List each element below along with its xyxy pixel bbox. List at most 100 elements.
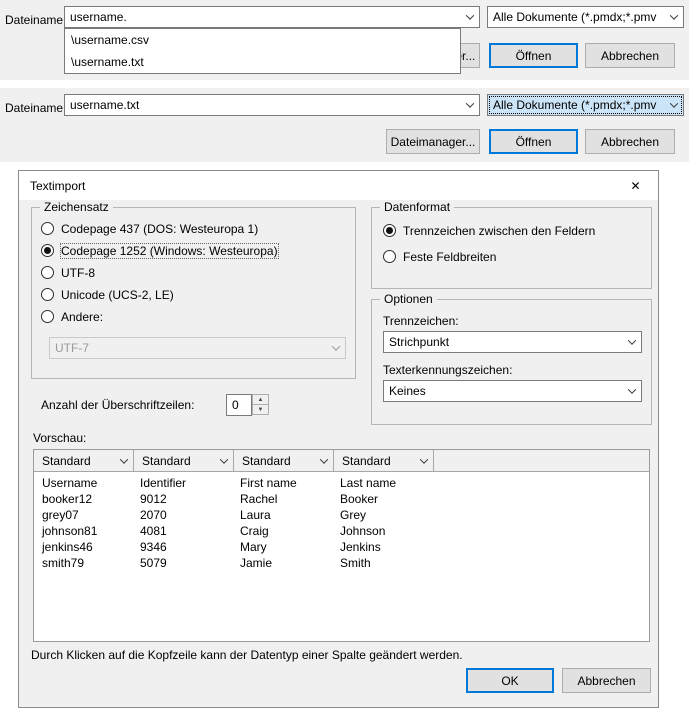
radio-icon <box>41 310 54 323</box>
open-button[interactable]: Öffnen <box>489 43 578 68</box>
column-header[interactable]: Standard <box>134 450 234 472</box>
table-row: smith79 5079 Jamie Smith <box>34 555 649 571</box>
table-cell: First name <box>234 475 334 491</box>
open-button[interactable]: Öffnen <box>489 129 578 154</box>
spin-down-icon[interactable]: ▼ <box>252 404 269 415</box>
textimport-dialog: Textimport ✕ Zeichensatz Codepage 437 (D… <box>18 170 659 708</box>
table-row: booker12 9012 Rachel Booker <box>34 491 649 507</box>
filetype-combobox[interactable]: Alle Dokumente (*.pmdx;*.pmv <box>487 94 684 116</box>
filemanager-button[interactable]: Dateimanager... <box>386 129 480 154</box>
qualifier-label: Texterkennungszeichen: <box>383 363 512 377</box>
radio-icon <box>41 222 54 235</box>
column-header[interactable]: Standard <box>334 450 434 472</box>
table-cell: Grey <box>334 507 649 523</box>
column-header[interactable]: Standard <box>234 450 334 472</box>
chevron-down-icon <box>623 381 641 401</box>
preview-table: Standard Standard Standard Standard User… <box>33 449 650 642</box>
chevron-down-icon[interactable] <box>461 95 479 115</box>
cancel-button[interactable]: Abbrechen <box>585 129 675 154</box>
table-row: jenkins46 9346 Mary Jenkins <box>34 539 649 555</box>
other-charset-combobox: UTF-7 <box>49 337 346 359</box>
table-cell: Username <box>34 475 134 491</box>
separator-value: Strichpunkt <box>384 335 623 349</box>
header-lines-label: Anzahl der Überschriftzeilen: <box>41 398 194 412</box>
header-lines-input[interactable]: 0 <box>226 394 252 416</box>
dialog-title: Textimport <box>19 179 85 193</box>
separator-combobox[interactable]: Strichpunkt <box>383 331 642 353</box>
radio-icon <box>41 288 54 301</box>
dataformat-group-label: Datenformat <box>380 200 454 215</box>
column-header-label: Standard <box>134 454 215 468</box>
filetype-combobox[interactable]: Alle Dokumente (*.pmdx;*.pmv <box>487 6 684 28</box>
table-cell: 9012 <box>134 491 234 507</box>
chevron-down-icon <box>623 332 641 352</box>
header-lines-spinner: ▲ ▼ <box>252 394 269 415</box>
table-cell: johnson81 <box>34 523 134 539</box>
close-icon[interactable]: ✕ <box>613 171 658 200</box>
preview-label: Vorschau: <box>33 431 86 445</box>
filename-combobox[interactable]: username.txt <box>64 94 480 116</box>
radio-icon <box>41 266 54 279</box>
chevron-down-icon <box>315 450 333 471</box>
table-cell: Jenkins <box>334 539 649 555</box>
charset-group-label: Zeichensatz <box>40 200 113 215</box>
filetype-value: Alle Dokumente (*.pmdx;*.pmv <box>488 98 665 112</box>
table-cell: jenkins46 <box>34 539 134 555</box>
column-header[interactable]: Standard <box>34 450 134 472</box>
chevron-down-icon <box>415 450 433 471</box>
radio-utf8[interactable]: UTF-8 <box>41 265 95 280</box>
column-header-label: Standard <box>334 454 415 468</box>
table-cell: 5079 <box>134 555 234 571</box>
radio-label: Trennzeichen zwischen den Feldern <box>403 224 595 238</box>
qualifier-combobox[interactable]: Keines <box>383 380 642 402</box>
table-cell: Booker <box>334 491 649 507</box>
autocomplete-item[interactable]: \username.csv <box>65 29 460 51</box>
chevron-down-icon <box>665 7 683 27</box>
other-charset-value: UTF-7 <box>50 341 327 355</box>
radio-label: Codepage 437 (DOS: Westeuropa 1) <box>61 222 258 236</box>
column-header-filler <box>434 450 649 472</box>
chevron-down-icon <box>115 450 133 471</box>
filename-label: Dateiname: <box>5 13 66 27</box>
radio-label: Unicode (UCS-2, LE) <box>61 288 174 302</box>
table-cell: 4081 <box>134 523 234 539</box>
table-cell: 9346 <box>134 539 234 555</box>
autocomplete-item[interactable]: \username.txt <box>65 51 460 73</box>
radio-fixed-width[interactable]: Feste Feldbreiten <box>383 249 496 264</box>
radio-other[interactable]: Andere: <box>41 309 103 324</box>
chevron-down-icon <box>215 450 233 471</box>
radio-label: Codepage 1252 (Windows: Westeuropa) <box>61 244 278 258</box>
options-group-label: Optionen <box>380 292 437 307</box>
filename-value: username. <box>65 10 461 24</box>
preview-body: Username Identifier First name Last name… <box>34 472 649 641</box>
table-cell: smith79 <box>34 555 134 571</box>
radio-icon <box>383 250 396 263</box>
filetype-value: Alle Dokumente (*.pmdx;*.pmv <box>488 10 665 24</box>
chevron-down-icon <box>327 338 345 358</box>
radio-delimited[interactable]: Trennzeichen zwischen den Feldern <box>383 223 595 238</box>
cancel-button[interactable]: Abbrechen <box>585 43 675 68</box>
radio-codepage-1252[interactable]: Codepage 1252 (Windows: Westeuropa) <box>41 243 278 258</box>
table-cell: grey07 <box>34 507 134 523</box>
filename-combobox[interactable]: username. <box>64 6 480 28</box>
table-cell: booker12 <box>34 491 134 507</box>
ok-button[interactable]: OK <box>466 668 554 693</box>
hint-text: Durch Klicken auf die Kopfzeile kann der… <box>31 648 463 662</box>
chevron-down-icon[interactable] <box>461 7 479 27</box>
radio-icon <box>41 244 54 257</box>
column-header-label: Standard <box>34 454 115 468</box>
table-cell: Rachel <box>234 491 334 507</box>
table-cell: Last name <box>334 475 649 491</box>
table-cell: Craig <box>234 523 334 539</box>
radio-label: Feste Feldbreiten <box>403 250 496 264</box>
table-cell: Smith <box>334 555 649 571</box>
filename-label: Dateiname: <box>5 101 66 115</box>
radio-icon <box>383 224 396 237</box>
chevron-down-icon <box>665 95 683 115</box>
radio-unicode[interactable]: Unicode (UCS-2, LE) <box>41 287 174 302</box>
table-row: grey07 2070 Laura Grey <box>34 507 649 523</box>
radio-label: Andere: <box>61 310 103 324</box>
radio-codepage-437[interactable]: Codepage 437 (DOS: Westeuropa 1) <box>41 221 258 236</box>
filename-value: username.txt <box>65 98 461 112</box>
cancel-button[interactable]: Abbrechen <box>562 668 651 693</box>
